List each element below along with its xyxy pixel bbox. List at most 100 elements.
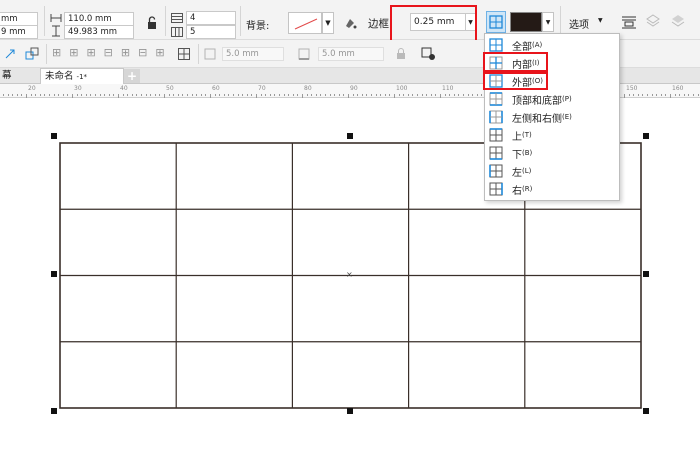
ruler-tick — [330, 94, 331, 96]
wrap-text-icon[interactable] — [620, 13, 638, 31]
border-top-bottom-icon — [489, 92, 503, 106]
cell-margin-field-2: 5.0 mm — [318, 47, 384, 61]
menu-item-top[interactable]: 上 (T) — [485, 126, 619, 144]
ruler-tick — [472, 94, 473, 96]
menu-item-bottom[interactable]: 下 (B) — [485, 144, 619, 162]
ruler-tick — [629, 94, 630, 96]
add-tab-button[interactable]: + — [124, 69, 140, 83]
tab-screen[interactable]: 幕 — [0, 69, 36, 83]
margin-icon-1 — [202, 46, 218, 62]
selection-handle[interactable] — [51, 408, 57, 414]
object-x-field[interactable]: mm — [0, 12, 38, 26]
ruler-tick — [422, 94, 423, 96]
ruler-tick — [652, 94, 653, 96]
lock-ratio-icon[interactable] — [145, 15, 159, 31]
ruler-tick — [81, 94, 82, 96]
cell-margin-value-1: 5.0 mm — [226, 49, 259, 59]
chevron-down-icon: ▼ — [325, 19, 331, 27]
ruler-tick — [417, 94, 418, 96]
ruler-tick — [169, 94, 170, 96]
selection-handle[interactable] — [643, 271, 649, 277]
ruler-tick — [320, 94, 321, 96]
ruler-tick — [463, 94, 464, 96]
selection-handle[interactable] — [347, 133, 353, 139]
ruler-tick — [445, 94, 446, 96]
ruler-tick — [362, 94, 363, 96]
background-label: 背景: — [246, 21, 270, 32]
node-align-icon[interactable] — [2, 46, 18, 62]
ruler-tick — [468, 94, 469, 96]
ruler-tick — [458, 94, 459, 96]
ruler-tick — [192, 94, 193, 96]
ruler-label: 160 — [672, 85, 684, 92]
border-bottom-icon — [489, 146, 503, 160]
table-grid-icon[interactable] — [176, 46, 192, 62]
ruler-tick — [284, 94, 285, 96]
ruler-tick — [431, 94, 432, 96]
ruler-tick — [647, 94, 648, 96]
rows-spinner[interactable]: 4 — [186, 11, 236, 25]
selection-handle[interactable] — [347, 408, 353, 414]
selection-handle[interactable] — [643, 133, 649, 139]
menu-item-top-bottom[interactable]: 顶部和底部 (P) — [485, 90, 619, 108]
ruler-tick — [238, 94, 239, 96]
ruler-label: 60 — [212, 85, 220, 92]
object-y-field[interactable]: 9 mm — [0, 25, 38, 39]
ruler-tick — [127, 94, 128, 96]
ruler-tick — [454, 94, 455, 96]
selection-handle[interactable] — [643, 408, 649, 414]
ruler-tick — [339, 94, 340, 96]
ruler-tick — [316, 94, 317, 96]
ruler-tick — [343, 94, 344, 96]
menu-item-key: (E) — [562, 113, 572, 121]
ruler-tick — [353, 94, 354, 96]
edit-fill-icon[interactable] — [342, 15, 358, 31]
break-apart-icon[interactable] — [24, 46, 40, 62]
chevron-down-icon[interactable]: ▼ — [598, 17, 603, 24]
background-color-picker[interactable] — [288, 12, 322, 34]
menu-item-key: (R) — [522, 185, 533, 193]
ruler-tick — [481, 94, 482, 96]
border-color-dropdown[interactable]: ▼ — [542, 12, 554, 32]
ruler-tick — [77, 94, 78, 96]
ruler-tick — [219, 94, 220, 96]
border-select-button[interactable] — [486, 11, 506, 33]
menu-item-right[interactable]: 右 (R) — [485, 180, 619, 198]
ruler-tick — [196, 94, 197, 96]
ruler-label: 30 — [74, 85, 82, 92]
tab-untitled[interactable]: 未命名 -1* — [40, 68, 124, 84]
ruler-tick — [113, 94, 114, 96]
rows-icon — [170, 12, 184, 24]
border-color-swatch[interactable] — [510, 12, 542, 32]
ruler-tick — [136, 94, 137, 96]
distribute-rows-icon: ⊞ — [155, 46, 165, 59]
ruler-tick — [146, 94, 147, 96]
menu-item-label: 左侧和右侧 — [512, 113, 562, 125]
ruler-tick — [187, 94, 188, 96]
ruler-tick — [141, 94, 142, 96]
table-settings-icon[interactable] — [420, 46, 438, 62]
ruler-tick — [380, 94, 381, 96]
background-dropdown-button[interactable]: ▼ — [322, 12, 334, 34]
columns-icon — [170, 26, 184, 38]
ruler-tick — [638, 94, 639, 96]
ruler-tick — [178, 94, 179, 96]
ruler-tick — [17, 94, 18, 96]
ruler-tick — [123, 94, 124, 96]
center-marker-icon: × — [346, 270, 353, 279]
menu-item-left[interactable]: 左 (L) — [485, 162, 619, 180]
object-height-value: 49.983 mm — [68, 27, 118, 37]
object-height-field[interactable]: 49.983 mm — [64, 25, 134, 39]
ruler-tick — [104, 94, 105, 96]
menu-item-left-right[interactable]: 左侧和右侧 (E) — [485, 108, 619, 126]
selection-handle[interactable] — [51, 271, 57, 277]
ruler-tick — [449, 94, 450, 96]
width-icon — [50, 12, 62, 24]
ruler-tick — [357, 94, 358, 96]
selection-handle[interactable] — [51, 133, 57, 139]
menu-item-key: (P) — [562, 95, 572, 103]
options-button[interactable]: 选项 — [569, 16, 589, 31]
object-width-field[interactable]: 110.0 mm — [64, 12, 134, 26]
rows-value: 4 — [190, 13, 196, 23]
columns-spinner[interactable]: 5 — [186, 25, 236, 39]
